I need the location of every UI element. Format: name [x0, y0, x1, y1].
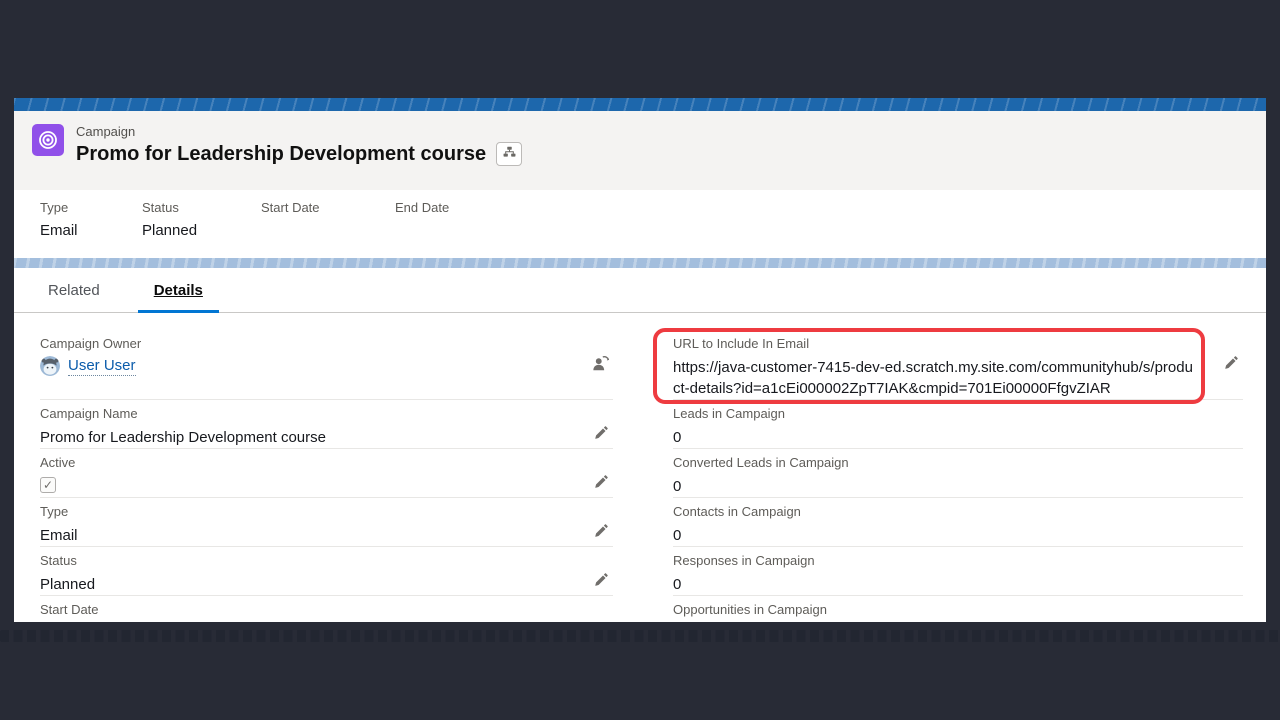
- edit-type-button[interactable]: [591, 522, 611, 542]
- url-value: https://java-customer-7415-dev-ed.scratc…: [673, 357, 1197, 399]
- edit-pencil-icon: [594, 572, 609, 590]
- record-titles: Campaign Promo for Leadership Developmen…: [76, 124, 522, 166]
- tab-details[interactable]: Details: [138, 268, 219, 312]
- edit-url-button[interactable]: [1221, 354, 1241, 374]
- edit-pencil-icon: [1224, 355, 1239, 373]
- change-owner-icon: [592, 354, 610, 375]
- field-responses-in-campaign: Responses in Campaign 0: [673, 547, 1243, 596]
- background-texture: [0, 630, 1280, 642]
- edit-campaign-name-button[interactable]: [591, 424, 611, 444]
- change-owner-button[interactable]: [591, 354, 611, 374]
- highlight-status: Status Planned: [142, 200, 261, 258]
- owner-link[interactable]: User User: [68, 356, 136, 376]
- highlights-panel: Type Email Status Planned Start Date End…: [14, 190, 1266, 258]
- field-start-date: Start Date: [40, 596, 613, 622]
- field-type: Type Email: [40, 498, 613, 547]
- detail-form: Campaign Owner: [14, 313, 1266, 622]
- highlight-type: Type Email: [40, 200, 142, 258]
- field-campaign-owner: Campaign Owner: [40, 330, 613, 400]
- brand-header-bar: [14, 98, 1266, 111]
- entity-label: Campaign: [76, 124, 522, 139]
- user-avatar: [40, 356, 60, 376]
- edit-pencil-icon: [594, 474, 609, 492]
- field-url-to-include-in-email: URL to Include In Email https://java-cus…: [673, 330, 1243, 400]
- tab-strip: Related Details: [14, 268, 1266, 313]
- edit-pencil-icon: [594, 523, 609, 541]
- field-opportunities-in-campaign: Opportunities in Campaign: [673, 596, 1243, 622]
- active-checkbox[interactable]: ✓: [40, 477, 56, 493]
- salesforce-record-window: Campaign Promo for Leadership Developmen…: [14, 98, 1266, 622]
- field-active: Active ✓: [40, 449, 613, 498]
- campaign-icon: [32, 124, 64, 156]
- field-campaign-name: Campaign Name Promo for Leadership Devel…: [40, 400, 613, 449]
- highlight-end-date: End Date: [395, 200, 449, 258]
- field-contacts-in-campaign: Contacts in Campaign 0: [673, 498, 1243, 547]
- desktop-background: Campaign Promo for Leadership Developmen…: [0, 0, 1280, 720]
- check-icon: ✓: [43, 478, 53, 492]
- highlight-start-date: Start Date: [261, 200, 395, 258]
- edit-pencil-icon: [594, 425, 609, 443]
- field-converted-leads-in-campaign: Converted Leads in Campaign 0: [673, 449, 1243, 498]
- edit-status-button[interactable]: [591, 571, 611, 591]
- page-wallpaper-strip: [14, 258, 1266, 268]
- field-status: Status Planned: [40, 547, 613, 596]
- edit-active-button[interactable]: [591, 473, 611, 493]
- record-header: Campaign Promo for Leadership Developmen…: [14, 111, 1266, 190]
- tab-related[interactable]: Related: [32, 268, 116, 312]
- view-hierarchy-button[interactable]: [496, 142, 522, 166]
- record-detail-panel: Related Details Campaign Owner: [14, 268, 1266, 622]
- hierarchy-icon: [503, 146, 516, 162]
- record-title: Promo for Leadership Development course: [76, 142, 486, 166]
- field-leads-in-campaign: Leads in Campaign 0: [673, 400, 1243, 449]
